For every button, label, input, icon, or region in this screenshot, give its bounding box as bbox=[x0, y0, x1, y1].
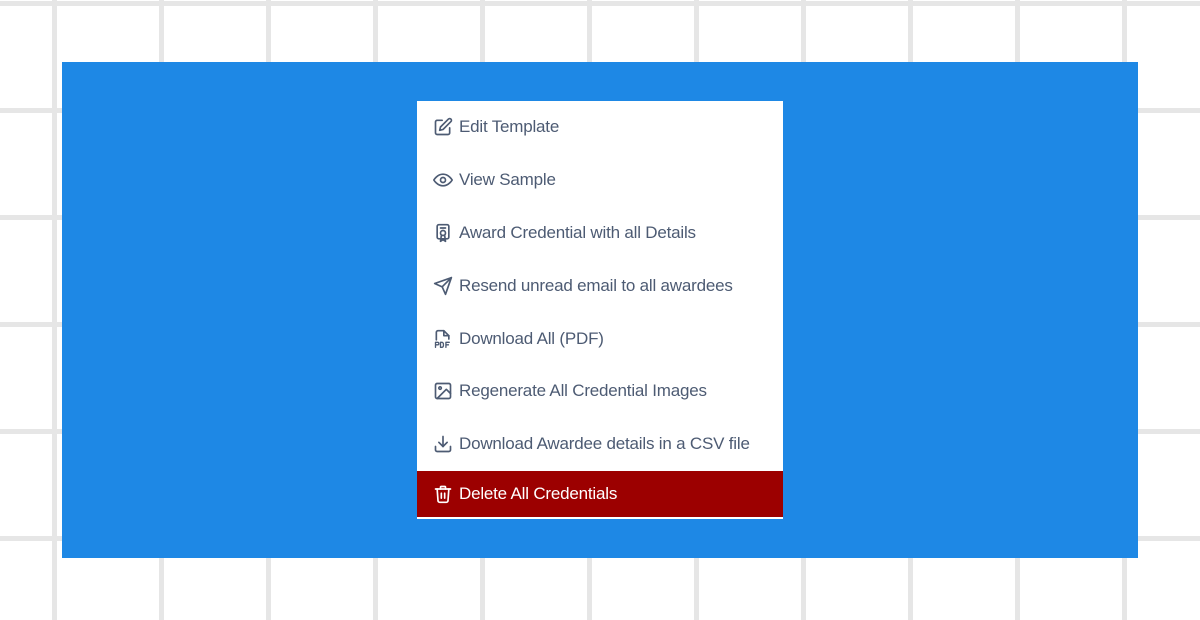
download-icon bbox=[433, 434, 453, 454]
menu-item-delete-all[interactable]: Delete All Credentials bbox=[417, 470, 783, 517]
menu-item-resend-email[interactable]: Resend unread email to all awardees bbox=[417, 259, 783, 312]
menu-item-download-pdf[interactable]: Download All (PDF) bbox=[417, 312, 783, 365]
menu-item-label: Award Credential with all Details bbox=[459, 222, 696, 242]
trash-icon bbox=[433, 484, 453, 504]
menu-item-label: Regenerate All Credential Images bbox=[459, 381, 707, 401]
menu-item-edit-template[interactable]: Edit Template bbox=[417, 101, 783, 154]
menu-item-regenerate-images[interactable]: Regenerate All Credential Images bbox=[417, 365, 783, 418]
menu-item-view-sample[interactable]: View Sample bbox=[417, 154, 783, 207]
eye-icon bbox=[433, 170, 453, 190]
image-icon bbox=[433, 381, 453, 401]
menu-item-label: Delete All Credentials bbox=[459, 483, 618, 503]
menu-item-award-credential[interactable]: Award Credential with all Details bbox=[417, 207, 783, 260]
menu-item-label: Download Awardee details in a CSV file bbox=[459, 434, 750, 454]
send-icon bbox=[433, 276, 453, 296]
menu-item-label: Resend unread email to all awardees bbox=[459, 275, 733, 295]
menu-item-label: Edit Template bbox=[459, 117, 560, 137]
pdf-file-icon bbox=[433, 329, 453, 349]
overlay-panel: Edit Template View Sample Award Credenti… bbox=[62, 62, 1138, 558]
badge-icon bbox=[433, 223, 453, 243]
actions-dropdown-menu: Edit Template View Sample Award Credenti… bbox=[417, 101, 783, 519]
menu-item-label: Download All (PDF) bbox=[459, 328, 604, 348]
edit-icon bbox=[433, 117, 453, 137]
menu-item-download-csv[interactable]: Download Awardee details in a CSV file bbox=[417, 418, 783, 471]
menu-item-label: View Sample bbox=[459, 170, 556, 190]
